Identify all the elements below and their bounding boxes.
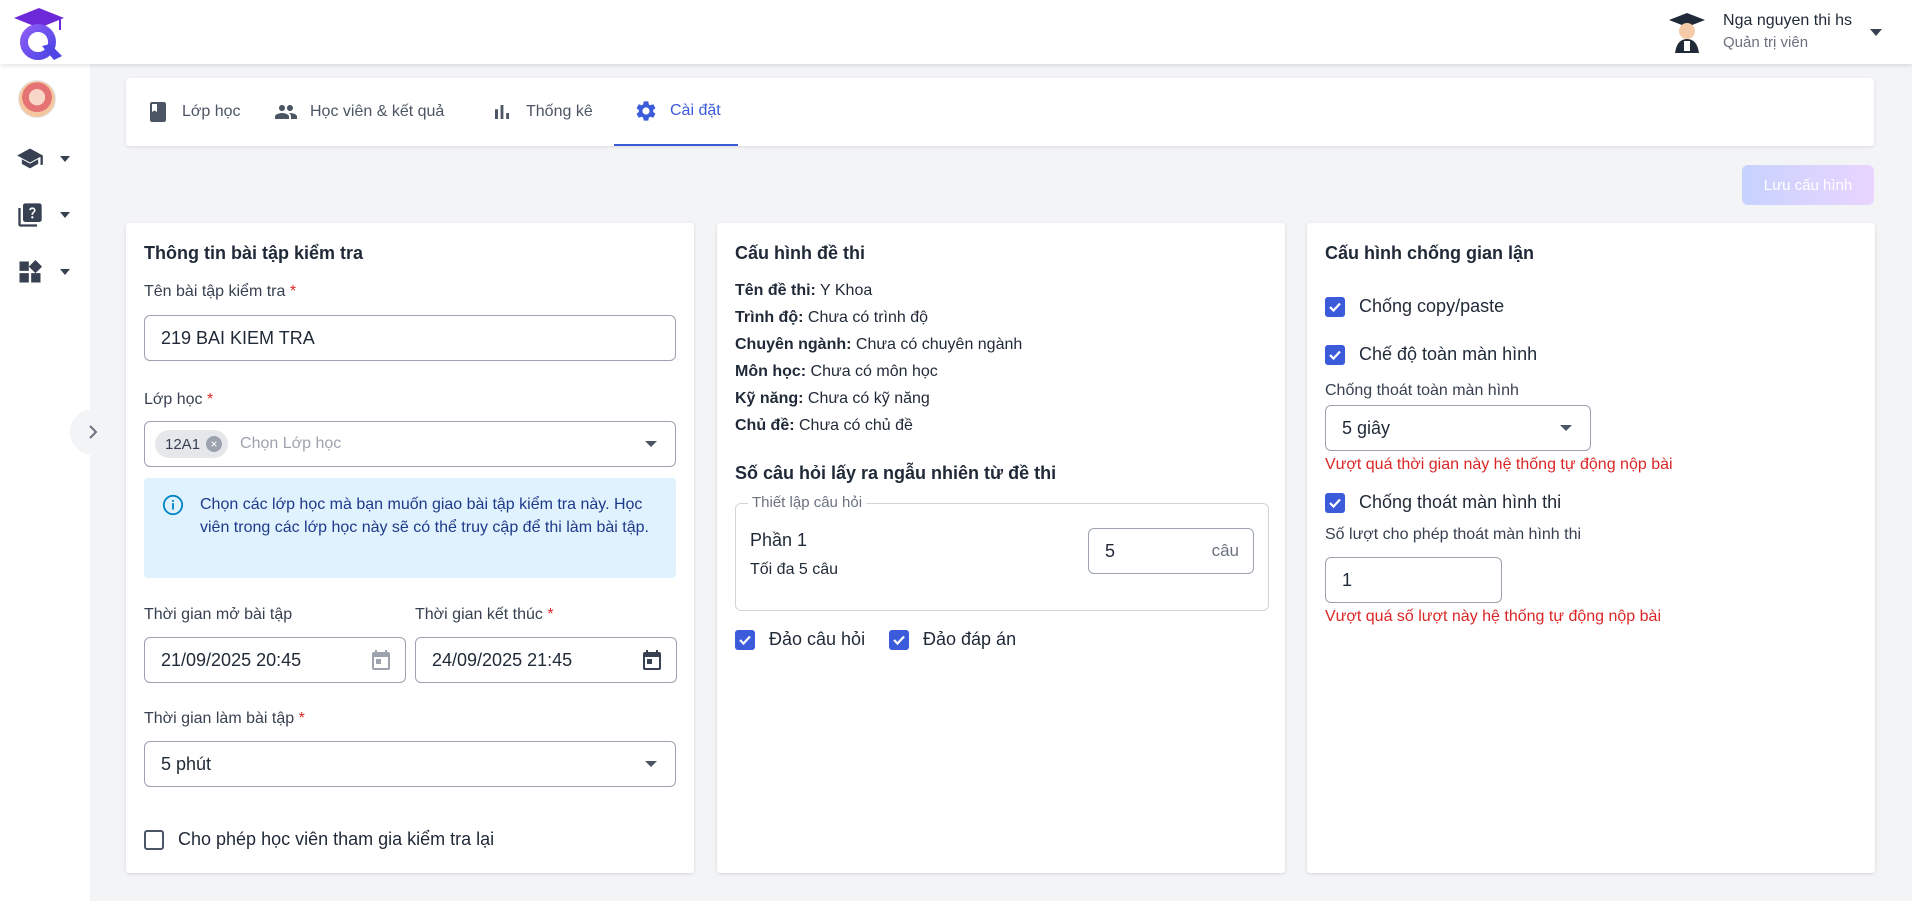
- random-questions-title: Số câu hỏi lấy ra ngẫu nhiên từ đề thi: [735, 463, 1057, 483]
- question-bank-icon: [18, 203, 42, 227]
- top-header: Nga nguyen thi hs Quản trị viên: [0, 0, 1912, 64]
- part-max: Tối đa 5 câu: [750, 561, 839, 578]
- user-menu[interactable]: Nga nguyen thi hs Quản trị viên: [1667, 8, 1882, 56]
- end-time-label: Thời gian kết thúc *: [415, 606, 554, 623]
- exam-field-name: Tên đề thi: Y Khoa: [735, 282, 873, 299]
- tab-label: Thống kê: [526, 103, 593, 120]
- tab-bar: Lớp học Học viên & kết quả Thống kê Cài …: [126, 78, 1874, 146]
- people-icon: [275, 105, 297, 119]
- sidebar-item-courses[interactable]: [16, 142, 86, 176]
- tab-students-results[interactable]: Học viên & kết quả: [274, 78, 484, 146]
- checkbox-checked-icon[interactable]: [1325, 296, 1345, 317]
- required-mark: *: [298, 710, 305, 727]
- allow-retake-checkbox[interactable]: Cho phép học viên tham gia kiểm tra lại: [144, 829, 494, 850]
- sidebar-item-widgets[interactable]: [16, 255, 86, 289]
- end-time-input[interactable]: 24/09/2025 21:45: [415, 637, 677, 683]
- card-title: Cấu hình chống gian lận: [1325, 243, 1534, 263]
- exit-fullscreen-error: Vượt quá thời gian này hệ thống tự động …: [1325, 456, 1673, 473]
- exercise-name-label: Tên bài tập kiểm tra *: [144, 283, 297, 300]
- exit-fullscreen-select[interactable]: 5 giây: [1325, 405, 1591, 451]
- question-setup-group: Thiết lập câu hỏi Phần 1 Tối đa 5 câu 5 …: [735, 494, 1269, 611]
- exam-field-subject: Môn học: Chưa có môn học: [735, 363, 938, 380]
- exit-count-label: Số lượt cho phép thoát màn hình thi: [1325, 526, 1582, 543]
- exam-field-level: Trình độ: Chưa có trình độ: [735, 309, 928, 326]
- exam-field-major: Chuyên ngành: Chưa có chuyên ngành: [735, 336, 1023, 353]
- exercise-info-card: Thông tin bài tập kiểm tra Tên bài tập k…: [126, 223, 694, 873]
- exercise-name-input[interactable]: 219 BAI KIEM TRA: [144, 315, 676, 361]
- duration-label: Thời gian làm bài tập *: [144, 710, 305, 727]
- dashboard-icon: [19, 259, 43, 283]
- sidebar: [0, 64, 90, 901]
- required-mark: *: [206, 391, 214, 408]
- class-placeholder: Chọn Lớp học: [240, 435, 342, 452]
- part-count-input[interactable]: 5 câu: [1088, 528, 1254, 574]
- checkbox-unchecked-icon[interactable]: [144, 829, 164, 850]
- sidebar-item-questions[interactable]: [16, 198, 86, 232]
- chevron-right-icon: [89, 425, 98, 439]
- fullscreen-mode-checkbox[interactable]: Chế độ toàn màn hình: [1325, 344, 1537, 365]
- class-label: Lớp học *: [144, 391, 214, 408]
- tab-label: Lớp học: [182, 103, 241, 120]
- part-name: Phần 1: [750, 530, 808, 550]
- tab-label: Cài đặt: [670, 102, 721, 119]
- checkbox-checked-icon[interactable]: [735, 629, 755, 650]
- part-unit: câu: [1211, 541, 1239, 560]
- tab-label: Học viên & kết quả: [310, 103, 445, 120]
- exam-field-skill: Kỹ năng: Chưa có kỹ năng: [735, 390, 930, 407]
- user-avatar: [1669, 13, 1706, 53]
- bar-chart-icon: [495, 105, 509, 119]
- sidebar-toggle-button[interactable]: [70, 409, 116, 455]
- chevron-down-icon[interactable]: [1560, 425, 1572, 431]
- exit-count-error: Vượt quá số lượt này hệ thống tự động nộ…: [1325, 608, 1661, 625]
- exit-fullscreen-label: Chống thoát toàn màn hình: [1325, 382, 1519, 399]
- anti-exit-screen-checkbox[interactable]: Chống thoát màn hình thi: [1325, 492, 1561, 513]
- required-mark: *: [547, 606, 554, 623]
- gear-icon: [636, 101, 656, 121]
- chevron-down-icon[interactable]: [1870, 28, 1882, 36]
- required-mark: *: [289, 283, 297, 300]
- card-title: Cấu hình đề thi: [735, 243, 865, 263]
- class-select[interactable]: 12A1 × Chọn Lớp học: [144, 421, 676, 467]
- chevron-down-icon[interactable]: [645, 761, 657, 767]
- shuffle-answers-checkbox[interactable]: Đảo đáp án: [889, 629, 1016, 650]
- shuffle-questions-checkbox[interactable]: Đảo câu hỏi: [735, 629, 865, 650]
- info-text: Chọn các lớp học mà bạn muốn giao bài tậ…: [200, 496, 649, 536]
- checkbox-checked-icon[interactable]: [1325, 344, 1345, 365]
- close-icon[interactable]: ×: [206, 436, 223, 452]
- chevron-down-icon: [60, 156, 70, 162]
- app-logo[interactable]: [12, 6, 66, 62]
- info-alert: Chọn các lớp học mà bạn muốn giao bài tậ…: [144, 478, 676, 578]
- chevron-down-icon: [60, 269, 70, 275]
- tab-classes[interactable]: Lớp học: [146, 78, 270, 146]
- question-setup-legend: Thiết lập câu hỏi: [748, 494, 867, 511]
- tab-settings[interactable]: Cài đặt: [614, 78, 738, 146]
- checkbox-checked-icon[interactable]: [889, 629, 909, 650]
- user-role: Quản trị viên: [1723, 34, 1809, 51]
- exam-config-card: Cấu hình đề thi Tên đề thi: Y Khoa Trình…: [717, 223, 1285, 873]
- save-config-button[interactable]: Lưu cấu hình: [1742, 165, 1874, 205]
- start-time-input[interactable]: 21/09/2025 20:45: [144, 637, 406, 683]
- user-name: Nga nguyen thi hs: [1723, 12, 1852, 29]
- sidebar-avatar[interactable]: [18, 80, 56, 118]
- tab-statistics[interactable]: Thống kê: [490, 78, 610, 146]
- book-icon: [150, 102, 166, 122]
- card-title: Thông tin bài tập kiểm tra: [144, 243, 364, 263]
- start-time-label: Thời gian mở bài tập: [144, 606, 293, 623]
- chevron-down-icon: [60, 212, 70, 218]
- calendar-icon[interactable]: [640, 648, 664, 672]
- checkbox-checked-icon[interactable]: [1325, 492, 1345, 513]
- graduation-cap-icon: [17, 148, 43, 169]
- anticheat-card: Cấu hình chống gian lận Chống copy/paste…: [1307, 223, 1875, 873]
- anti-copy-paste-checkbox[interactable]: Chống copy/paste: [1325, 296, 1504, 317]
- exit-count-input[interactable]: 1: [1325, 557, 1502, 603]
- chevron-down-icon[interactable]: [645, 441, 657, 447]
- info-icon: [162, 494, 184, 516]
- duration-select[interactable]: 5 phút: [144, 741, 676, 787]
- calendar-icon[interactable]: [369, 648, 393, 672]
- exam-field-topic: Chủ đề: Chưa có chủ đề: [735, 417, 913, 434]
- class-chip[interactable]: 12A1 ×: [155, 430, 229, 458]
